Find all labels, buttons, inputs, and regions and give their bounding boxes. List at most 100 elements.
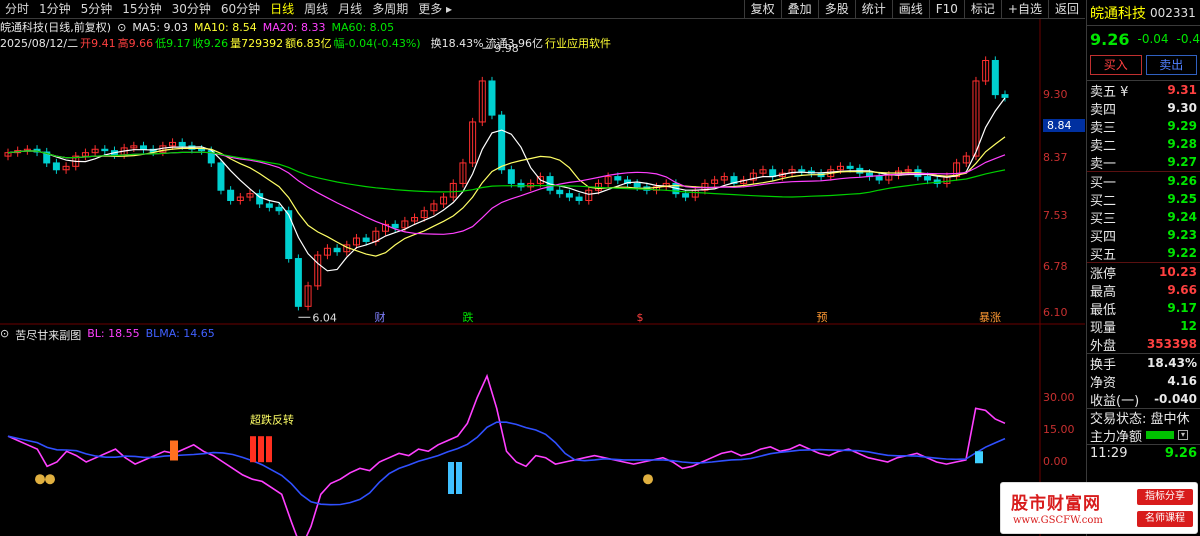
period-tab-7[interactable]: 周线	[299, 0, 333, 18]
stat2-0-value: 18.43%	[1147, 356, 1197, 370]
candle-body-18	[178, 141, 186, 147]
bid-level-4-label: 买五	[1090, 247, 1117, 263]
stat2-1-label: 净资	[1090, 375, 1117, 391]
stat-2-value: 9.17	[1167, 301, 1197, 315]
tick-time: 11:29	[1090, 446, 1128, 461]
bid-level-2: 买三 9.24	[1087, 208, 1200, 227]
candle-body-20	[198, 148, 206, 152]
period-tab-4[interactable]: 30分钟	[167, 0, 216, 18]
bl-line	[7, 373, 1006, 536]
sub-chart-title-line: ⊙ 苦尽甘来副图 BL: 18.55 BLMA: 14.65	[0, 327, 215, 342]
ask-level-0-label: 卖五 ¥	[1090, 84, 1129, 100]
toolbar-button-8[interactable]: 返回	[1047, 0, 1085, 19]
period-tab-6[interactable]: 日线	[265, 0, 299, 18]
signal-3: 预	[817, 311, 828, 324]
site-watermark: 股市财富网 www.GSCFW.com 指标分享 名师课程	[1000, 482, 1198, 534]
ma-toggle-icon[interactable]: ⊙	[117, 21, 126, 34]
chart-stock-title: 皖通科技(日线,前复权)	[0, 21, 112, 34]
float-shares: 流通3.96亿	[485, 37, 544, 50]
ask-level-0-value: 9.31	[1167, 83, 1197, 97]
period-tab-2[interactable]: 5分钟	[76, 0, 118, 18]
ask-book: 卖五 ¥ 9.31 卖四 9.30 卖三 9.29 卖二 9.28 卖一 9.27	[1087, 80, 1200, 172]
stat-0-value: 10.23	[1159, 265, 1197, 279]
toolbar-actions: 复权 叠加 多股 统计 画线 F10 标记 +自选 返回	[743, 0, 1085, 19]
period-tabs: 分时 1分钟 5分钟 15分钟 30分钟 60分钟 日线 周线 月线 多周期 更多 ▸	[0, 0, 457, 18]
bar-volume: 量729392	[230, 37, 284, 50]
period-tab-8[interactable]: 月线	[333, 0, 367, 18]
toolbar-button-4[interactable]: 画线	[891, 0, 929, 19]
ma10-value: MA10: 8.54	[194, 20, 257, 34]
money-bag-icon-2	[643, 474, 653, 485]
watermark-title: 股市财富网	[1011, 494, 1101, 514]
buy-button[interactable]: 买入	[1090, 55, 1142, 75]
price-change: -0.04	[1137, 32, 1169, 46]
ohlc-line: 2025/08/12/二 开9.41 高9.66 低9.17 收9.26 量72…	[0, 35, 611, 50]
toolbar-button-1[interactable]: 叠加	[780, 0, 818, 19]
sub-axis-label-0: 30.00	[1043, 390, 1075, 404]
bid-level-3: 买四 9.23	[1087, 226, 1200, 245]
candle-body-70	[682, 193, 690, 198]
sub-bar-red-1	[258, 436, 264, 463]
sub-chart-label: 超跌反转	[250, 412, 294, 426]
stock-code: 002331	[1150, 5, 1196, 20]
toolbar-button-3[interactable]: 统计	[854, 0, 892, 19]
industry-link[interactable]: 行业应用软件	[545, 35, 611, 50]
bar-low: 低9.17	[155, 37, 191, 50]
candle-body-14	[140, 145, 148, 150]
ma60-value: MA60: 8.05	[331, 20, 395, 34]
ma20-value: MA20: 8.33	[262, 20, 326, 34]
period-tab-10[interactable]: 更多 ▸	[413, 0, 457, 18]
sub-chart-title: 苦尽甘来副图	[15, 329, 82, 342]
toolbar-button-6[interactable]: 标记	[963, 0, 1001, 19]
candle-body-82	[798, 169, 806, 172]
period-tab-5[interactable]: 60分钟	[216, 0, 265, 18]
price-axis-label-0: 9.30	[1043, 87, 1068, 101]
candle-body-59	[575, 196, 583, 201]
blma-value: BLMA: 14.65	[145, 327, 215, 340]
kline-chart[interactable]: 9.986.04 财跌 $ 预暴涨超跌反转	[0, 19, 1085, 536]
candle-body-51	[498, 114, 506, 171]
trade-status-row: 交易状态: 盘中休	[1087, 408, 1200, 427]
price-axis-label-2: 8.37	[1043, 151, 1068, 165]
price-axis-label-4: 6.78	[1043, 259, 1068, 273]
flow-toggle-icon[interactable]: ▾	[1178, 430, 1189, 440]
toolbar-button-5[interactable]: F10	[928, 0, 964, 19]
stat2-1-value: 4.16	[1167, 374, 1197, 388]
ask-level-1-label: 卖四	[1090, 102, 1117, 118]
current-price: 9.26	[1090, 29, 1130, 49]
stat-3: 现量 12	[1087, 317, 1200, 336]
stat-0: 涨停 10.23	[1087, 263, 1200, 282]
tick-price: 9.26	[1164, 446, 1197, 461]
candle-body-5	[52, 162, 60, 171]
sub-chart-settings-icon[interactable]: ⊙	[0, 327, 9, 341]
bid-level-0: 买一 9.26	[1087, 172, 1200, 191]
toolbar-button-2[interactable]: 多股	[817, 0, 855, 19]
bar-amount: 额6.83亿	[285, 37, 332, 50]
trade-status: 交易状态: 盘中休	[1090, 412, 1190, 427]
stat2-1: 净资 4.16	[1087, 372, 1200, 391]
sell-button[interactable]: 卖出	[1145, 55, 1197, 75]
bar-change: 幅-0.04(-0.43%)	[333, 37, 421, 50]
bid-level-4: 买五 9.22	[1087, 244, 1200, 263]
sub-bar-red-2	[266, 436, 272, 463]
price-axis-label-1: 8.84	[1043, 119, 1085, 133]
stat2-2-label: 收益(一)	[1090, 393, 1140, 409]
bid-level-3-value: 9.23	[1167, 228, 1197, 242]
stat-3-value: 12	[1180, 319, 1197, 333]
candle-body-50	[488, 80, 496, 116]
toolbar-button-0[interactable]: 复权	[743, 0, 781, 19]
bid-book: 买一 9.26 买二 9.25 买三 9.24 买四 9.23 买五 9.22	[1087, 171, 1200, 263]
ask-level-4: 卖一 9.27	[1087, 153, 1200, 172]
sub-bar-blue-0	[448, 462, 454, 494]
main-flow-row: 主力净额 ▾	[1087, 426, 1200, 445]
period-toolbar: 分时 1分钟 5分钟 15分钟 30分钟 60分钟 日线 周线 月线 多周期 更多 ▸ 复权 叠加 多股…	[0, 0, 1085, 19]
signal-4: 暴涨	[979, 311, 1001, 324]
period-tab-9[interactable]: 多周期	[367, 0, 413, 18]
period-tab-0[interactable]: 分时	[0, 0, 34, 18]
period-tab-3[interactable]: 15分钟	[117, 0, 166, 18]
toolbar-button-7[interactable]: +自选	[1000, 0, 1048, 19]
stat-1-label: 最高	[1090, 284, 1117, 300]
period-tab-1[interactable]: 1分钟	[34, 0, 76, 18]
bar-close: 收9.26	[192, 37, 229, 50]
candle-body-10	[101, 148, 109, 152]
